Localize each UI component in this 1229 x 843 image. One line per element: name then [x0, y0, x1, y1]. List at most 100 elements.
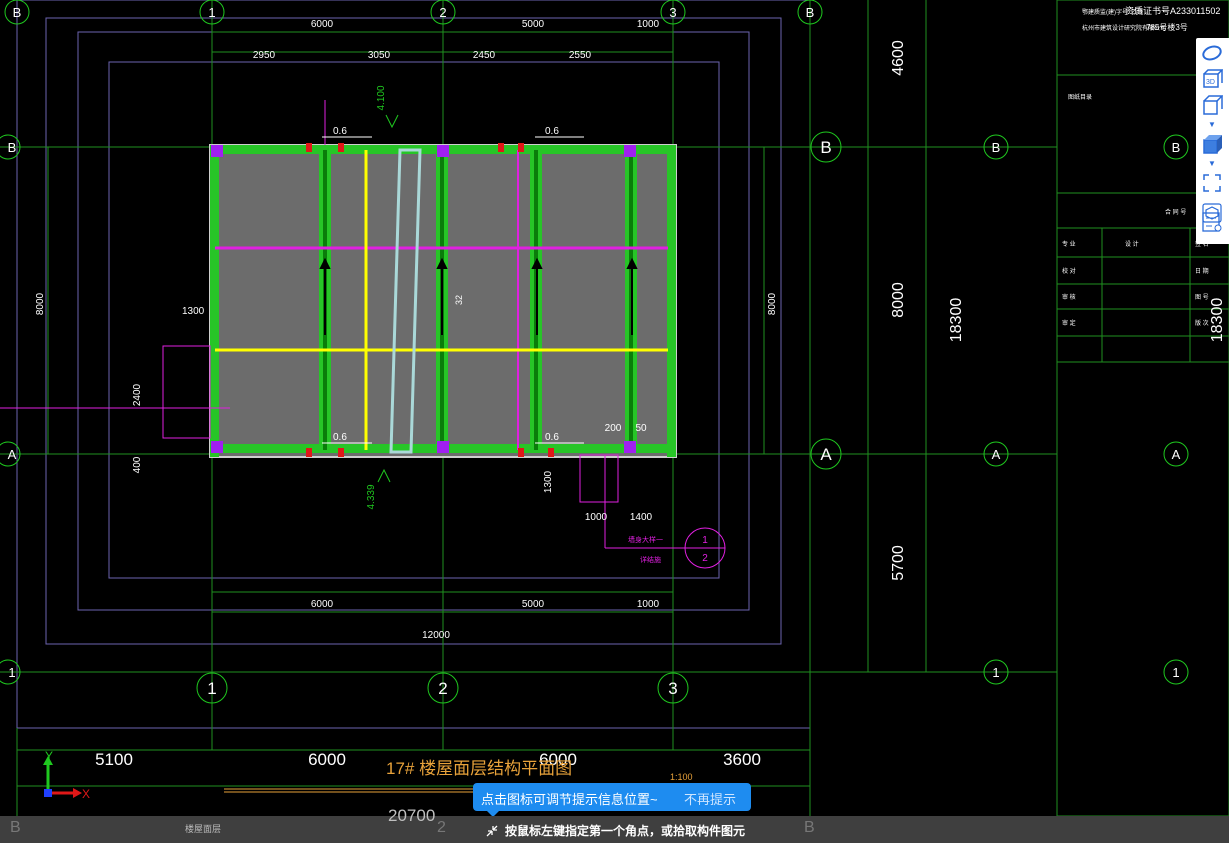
slab-note-4: 0.6: [545, 432, 559, 443]
grid-label-b-top: B: [806, 5, 815, 20]
grid-label-1-bottom: 1: [207, 679, 216, 698]
column[interactable]: [211, 441, 223, 453]
column[interactable]: [624, 145, 636, 157]
tb-cell: 审 核: [1062, 293, 1076, 301]
cad-canvas[interactable]: 1 2 3 B B 1 2 3 B A B A 1 B A 1 B A 1 60…: [0, 0, 1229, 843]
grid-label-a-tb: A: [1172, 447, 1181, 462]
elevation-bottom: 4.339: [366, 484, 377, 509]
grid-label-b-far: B: [992, 140, 1001, 155]
dim-bottom-1: 6000: [311, 599, 334, 610]
column[interactable]: [437, 145, 449, 157]
grid-label-2-status: 2: [437, 819, 446, 836]
tb-cell: 校 对: [1062, 267, 1076, 275]
hint-tooltip: 点击图标可调节提示信息位置~ 不再提示: [473, 783, 751, 817]
column[interactable]: [624, 441, 636, 453]
dim-lower-2: 6000: [308, 750, 346, 769]
column[interactable]: [211, 145, 223, 157]
detail-num-top: 1: [702, 535, 708, 546]
dim-left-span: 8000: [35, 292, 46, 315]
dim-right-total: 18300: [948, 298, 965, 343]
grid-label-1-far: 1: [992, 665, 999, 680]
chevron-down-icon[interactable]: ▼: [1207, 160, 1217, 168]
grid-label-1-left: 1: [8, 665, 15, 680]
command-prompt: 按鼠标左键指定第一个角点，或拾取构件图元: [485, 822, 745, 839]
grid-label-a-far: A: [992, 447, 1001, 462]
leader-text-2: 详结施: [640, 555, 661, 564]
dont-show-again-link[interactable]: 不再提示: [684, 789, 736, 808]
dim-bottom-total: 12000: [422, 630, 450, 641]
axis-y-label: Y: [45, 749, 53, 763]
tb-note: 合 同 号: [1165, 208, 1186, 216]
slab-note-3: 0.6: [333, 432, 347, 443]
drawing-title: 17# 楼屋面层结构平面图: [386, 759, 572, 778]
dim-right-span: 8000: [767, 292, 778, 315]
grid-label-3: 3: [669, 5, 676, 20]
dim-lower-total: 20700: [388, 806, 436, 825]
dim-lower-4: 3600: [723, 750, 761, 769]
collapse-arrows-icon[interactable]: [485, 824, 499, 838]
tb-cell: 日 期: [1195, 267, 1209, 275]
tb-cell: 设 计: [1125, 240, 1139, 248]
tb-cell: 版 次: [1195, 319, 1209, 327]
tb-cell: 审 定: [1062, 319, 1076, 327]
detail-num-bottom: 2: [702, 553, 708, 564]
stair-opening-right: [579, 454, 619, 503]
grid-label-b-right: B: [820, 138, 831, 157]
dim-right-3: 5700: [890, 545, 907, 581]
prompt-text: 按鼠标左键指定第一个角点，或拾取构件图元: [505, 824, 746, 838]
dim-top-2: 5000: [522, 19, 545, 30]
ucs-axis-icon: Y X: [43, 749, 90, 801]
svg-text:3D: 3D: [1206, 79, 1215, 86]
3d-icon[interactable]: 3D: [1200, 67, 1224, 91]
tb-cell: 图 号: [1195, 294, 1209, 301]
dim-bottom-2: 5000: [522, 599, 545, 610]
grid-label-3-bottom: 3: [668, 679, 677, 698]
dim-1400: 1400: [630, 512, 653, 523]
grid-label-b-status: B: [10, 819, 21, 836]
grid-label-2: 2: [439, 5, 446, 20]
dim-400: 400: [132, 456, 143, 473]
ellipse-icon[interactable]: [1200, 41, 1224, 65]
slab-note-1: 0.6: [333, 126, 347, 137]
slab-mark: 32: [454, 295, 464, 305]
cube-outline-icon[interactable]: [1200, 93, 1224, 117]
properties-list-icon[interactable]: [1200, 210, 1224, 234]
grid-label-b-topleft: B: [13, 5, 22, 20]
grid-label-b-status2: B: [804, 819, 815, 836]
grid-label-b-tb: B: [1172, 140, 1181, 155]
chevron-down-icon[interactable]: ▼: [1207, 121, 1217, 129]
elevation-top: 4.100: [376, 85, 387, 110]
dim-top-1: 6000: [311, 19, 334, 30]
dim-top2-1: 2950: [253, 50, 276, 61]
dim-top-3: 1000: [637, 19, 660, 30]
stair-opening-left: [162, 345, 211, 439]
grid-label-1: 1: [208, 5, 215, 20]
dim-right-1: 4600: [890, 40, 907, 76]
tb-line2: 资质证书号A233011502: [1125, 5, 1220, 16]
leader-text-1: 墙身大样一: [628, 535, 663, 544]
dim-top2-3: 2450: [473, 50, 496, 61]
slab-note-2: 0.6: [545, 126, 559, 137]
fullscreen-icon[interactable]: [1200, 171, 1224, 195]
tb-cell: 专 业: [1062, 240, 1076, 248]
grid-label-1-tb: 1: [1172, 665, 1179, 680]
grid-label-2-bottom: 2: [438, 679, 447, 698]
layer-label: 楼屋面层: [185, 824, 222, 834]
dim-bottom-3: 1000: [637, 599, 660, 610]
dim-right-2: 8000: [890, 282, 907, 318]
dim-lower-1: 5100: [95, 750, 133, 769]
dim-right-total-tb: 18300: [1209, 298, 1226, 343]
tb-line4: 785号楼3号: [1146, 22, 1188, 32]
column[interactable]: [437, 441, 449, 453]
dim-top2-4: 2550: [569, 50, 592, 61]
grid-label-b-left: B: [8, 140, 17, 155]
axis-x-label: X: [82, 787, 90, 801]
dim-50: 50: [635, 423, 647, 434]
dim-top2-2: 3050: [368, 50, 391, 61]
cube-solid-icon[interactable]: [1200, 132, 1224, 156]
grid-label-a-left: A: [8, 447, 17, 462]
dim-stair-h: 2400: [132, 383, 143, 406]
dim-1300b: 1300: [543, 470, 554, 493]
dim-stair-w: 1300: [182, 306, 205, 317]
tb-section: 图纸目录: [1068, 93, 1092, 101]
